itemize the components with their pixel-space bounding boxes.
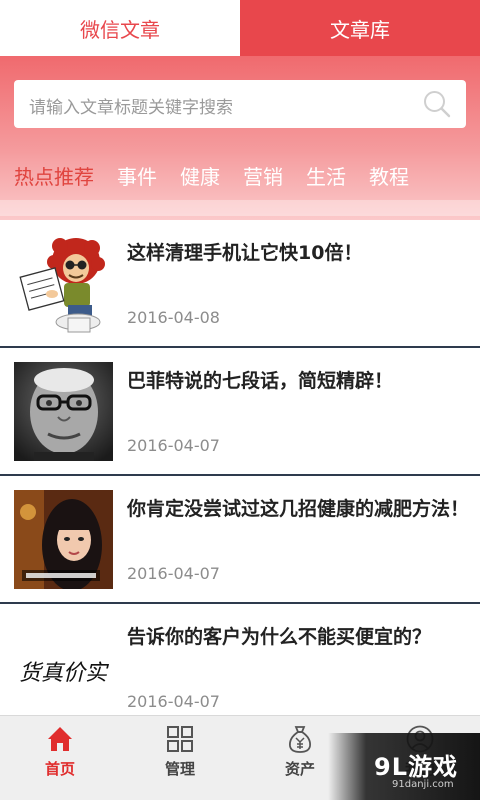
article-date: 2016-04-07 xyxy=(127,692,220,711)
calligraphy-thumbnail: 货真价实 xyxy=(14,618,113,715)
category-health[interactable]: 健康 xyxy=(180,162,220,192)
nav-label: 管理 xyxy=(164,760,195,778)
top-tab-bar: 微信文章 文章库 xyxy=(0,0,480,56)
category-bar: 热点推荐 事件 健康 营销 生活 教程 xyxy=(0,154,480,220)
home-icon xyxy=(48,727,72,751)
category-marketing[interactable]: 营销 xyxy=(243,162,283,192)
tab-wechat-articles[interactable]: 微信文章 xyxy=(0,0,240,56)
article-list: 这样清理手机让它快10倍！ 2016-04-08 巴菲特说的七段话，简短精辟！ … xyxy=(0,220,480,715)
nav-home[interactable]: 首页 xyxy=(0,716,120,800)
category-hot[interactable]: 热点推荐 xyxy=(14,162,94,192)
money-bag-icon xyxy=(289,726,311,753)
article-title: 告诉你的客户为什么不能买便宜的？ xyxy=(127,626,432,648)
watermark-url: 91danji.com xyxy=(392,779,454,790)
article-title: 这样清理手机让它快10倍！ xyxy=(127,242,363,264)
article-date: 2016-04-07 xyxy=(127,564,220,583)
grid-icon xyxy=(167,726,193,752)
video-still-thumbnail xyxy=(14,490,113,589)
nav-manage[interactable]: 管理 xyxy=(120,716,240,800)
calligraphy-text: 货真价实 xyxy=(19,661,110,686)
article-date: 2016-04-08 xyxy=(127,308,220,327)
search-placeholder: 请输入文章标题关键字搜索 xyxy=(29,98,233,118)
watermark-logo: 9L游戏 xyxy=(374,753,458,781)
site-watermark: 9L游戏 91danji.com xyxy=(328,733,480,800)
list-item[interactable]: 你肯定没尝试过这几招健康的减肥方法！ 2016-04-07 xyxy=(0,476,480,604)
list-item[interactable]: 巴菲特说的七段话，简短精辟！ 2016-04-07 xyxy=(0,348,480,476)
tab-article-library[interactable]: 文章库 xyxy=(240,0,480,56)
search-input[interactable]: 请输入文章标题关键字搜索 xyxy=(14,80,466,128)
article-date: 2016-04-07 xyxy=(127,436,220,455)
cartoon-thumbnail xyxy=(14,234,113,333)
portrait-thumbnail xyxy=(14,362,113,461)
article-title: 巴菲特说的七段话，简短精辟！ xyxy=(127,370,394,392)
search-icon[interactable] xyxy=(422,89,452,119)
article-title: 你肯定没尝试过这几招健康的减肥方法！ xyxy=(127,498,470,520)
nav-label: 首页 xyxy=(44,760,75,778)
category-tutorial[interactable]: 教程 xyxy=(369,162,409,192)
category-life[interactable]: 生活 xyxy=(306,162,346,192)
nav-label: 资产 xyxy=(284,760,315,778)
list-item[interactable]: 货真价实 告诉你的客户为什么不能买便宜的？ 2016-04-07 xyxy=(0,604,480,715)
search-area: 请输入文章标题关键字搜索 xyxy=(0,56,480,154)
category-events[interactable]: 事件 xyxy=(117,162,157,192)
list-item[interactable]: 这样清理手机让它快10倍！ 2016-04-08 xyxy=(0,220,480,348)
